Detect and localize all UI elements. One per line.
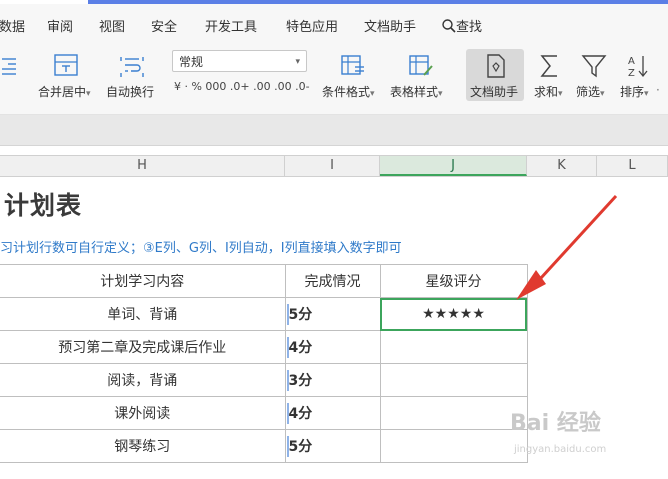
watermark-url: jingyan.baidu.com (514, 444, 607, 455)
watermark-logo: Bai 经验 (510, 411, 601, 436)
